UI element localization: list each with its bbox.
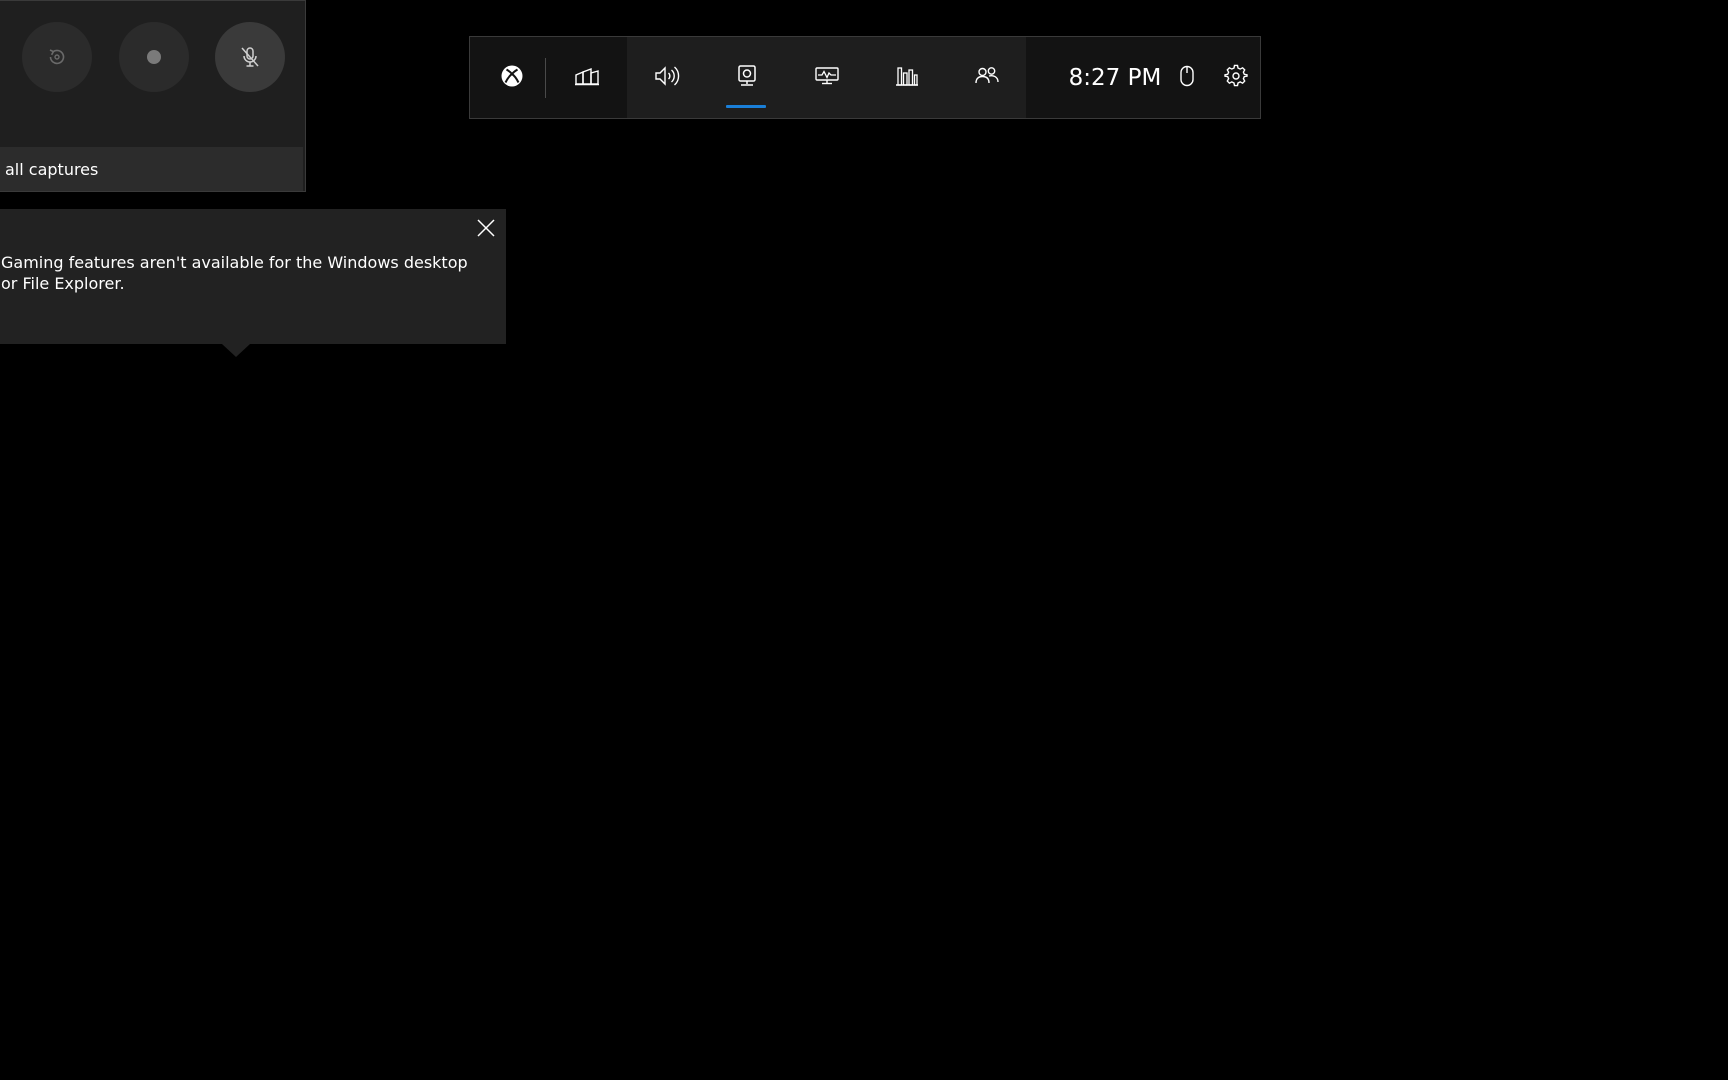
active-tab-indicator [726, 105, 766, 108]
capture-icon [736, 64, 758, 92]
record-last-30s-button[interactable] [22, 22, 92, 92]
record-dot-icon [145, 48, 163, 66]
notification-message: Gaming features aren't available for the… [1, 253, 468, 293]
replay-icon [46, 46, 68, 68]
performance-icon [814, 64, 840, 92]
divider [545, 58, 546, 98]
close-notification-button[interactable] [474, 218, 498, 242]
xbox-icon [500, 64, 524, 92]
audio-widget-button[interactable] [627, 37, 707, 118]
performance-widget-button[interactable] [787, 37, 867, 118]
mic-off-icon [238, 45, 262, 69]
widget-menu-icon [574, 64, 600, 92]
mouse-icon [1178, 64, 1196, 92]
settings-button[interactable] [1212, 37, 1260, 118]
microphone-toggle-button[interactable] [215, 22, 285, 92]
resources-icon [894, 64, 920, 92]
notification-popup: Gaming features aren't available for the… [0, 209, 506, 344]
desktop-background: all captures Gaming features aren't avai… [0, 0, 1728, 1080]
widget-menu-button[interactable] [550, 37, 624, 118]
social-icon [973, 64, 1001, 92]
show-all-captures-link[interactable]: all captures [0, 147, 303, 191]
settings-gear-icon [1224, 64, 1248, 92]
notification-pointer [222, 344, 250, 357]
social-widget-button[interactable] [947, 37, 1027, 118]
resources-widget-button[interactable] [867, 37, 947, 118]
click-through-toggle-button[interactable] [1162, 37, 1212, 118]
audio-icon [653, 64, 681, 92]
close-icon [475, 217, 497, 243]
capture-widget: all captures [0, 0, 306, 192]
show-all-captures-label: all captures [5, 159, 99, 179]
game-bar: 8:27 PM [469, 36, 1261, 119]
xbox-home-button[interactable] [482, 37, 542, 118]
start-recording-button[interactable] [119, 22, 189, 92]
